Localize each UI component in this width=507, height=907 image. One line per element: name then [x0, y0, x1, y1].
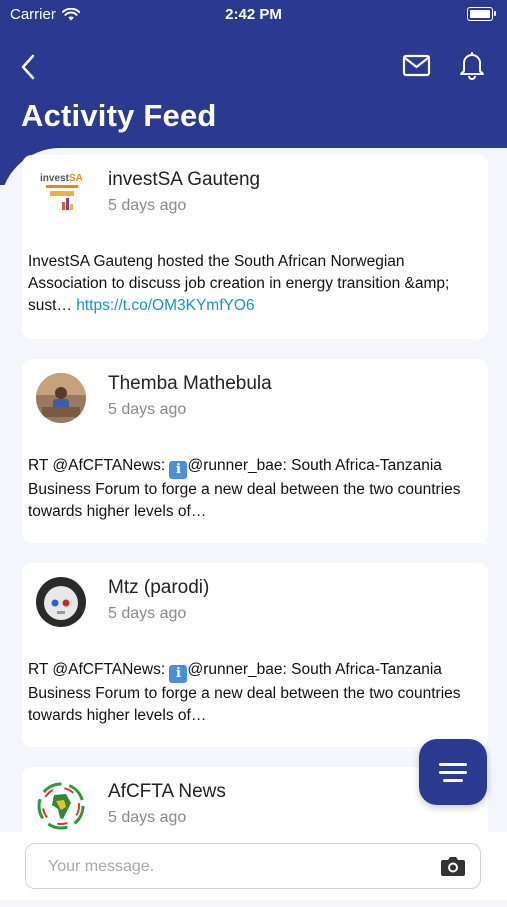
menu-fab-button[interactable] — [419, 739, 487, 805]
author-name[interactable]: investSA Gauteng — [108, 169, 260, 191]
avatar: invest SA — [36, 169, 86, 219]
svg-text:SA: SA — [69, 173, 83, 184]
menu-icon-line — [443, 779, 463, 782]
message-input[interactable] — [46, 854, 430, 880]
post-time: 5 days ago — [108, 401, 187, 418]
page-title: Activity Feed — [21, 98, 217, 133]
avatar-photo — [36, 373, 86, 423]
camera-icon — [441, 857, 465, 876]
notifications-button[interactable] — [458, 50, 486, 80]
author-name[interactable]: Themba Mathebula — [108, 373, 272, 395]
post-text-prefix: RT @AfCFTANews: — [28, 457, 170, 474]
avatar — [36, 373, 86, 423]
activity-feed: invest SA investSA Gauteng 5 days ago In… — [22, 155, 488, 907]
post-text: RT @AfCFTANews: i @runner_bae: South Afri… — [28, 455, 478, 523]
post-link[interactable]: https://t.co/OM3KYmfYO6 — [76, 297, 254, 314]
afcfta-logo — [37, 782, 85, 830]
avatar-photo — [36, 577, 86, 627]
feed-card[interactable]: Mtz (parodi) 5 days ago RT @AfCFTANews: … — [22, 563, 488, 747]
author-name[interactable]: Mtz (parodi) — [108, 577, 209, 599]
author-name[interactable]: AfCFTA News — [108, 781, 226, 803]
feed-card[interactable]: Themba Mathebula 5 days ago RT @AfCFTANe… — [22, 359, 488, 543]
post-time: 5 days ago — [108, 605, 187, 622]
status-time: 2:42 PM — [225, 6, 282, 23]
post-text: RT @AfCFTANews: i @runner_bae: South Afri… — [28, 659, 478, 727]
menu-icon-line — [439, 763, 467, 766]
post-text: InvestSA Gauteng hosted the South Africa… — [28, 251, 478, 317]
mail-button[interactable] — [402, 54, 432, 78]
info-icon: i — [169, 665, 188, 683]
menu-icon-line — [439, 771, 467, 774]
back-button[interactable] — [16, 52, 44, 82]
message-bar — [0, 832, 507, 900]
info-icon: i — [169, 461, 188, 479]
camera-button[interactable] — [440, 855, 466, 877]
post-time: 5 days ago — [108, 809, 187, 826]
battery-icon — [467, 7, 496, 21]
feed-card[interactable]: invest SA investSA Gauteng 5 days ago In… — [22, 155, 488, 339]
svg-text:invest: invest — [40, 173, 70, 184]
status-bar: Carrier 2:42 PM — [0, 0, 507, 28]
avatar — [36, 781, 86, 831]
message-field — [25, 843, 481, 889]
investsa-logo: invest SA — [36, 169, 86, 219]
bell-icon — [460, 52, 484, 80]
mail-icon — [402, 54, 431, 77]
avatar — [36, 577, 86, 627]
post-text-prefix: RT @AfCFTANews: — [28, 661, 170, 678]
post-time: 5 days ago — [108, 197, 187, 214]
back-icon — [21, 54, 35, 80]
